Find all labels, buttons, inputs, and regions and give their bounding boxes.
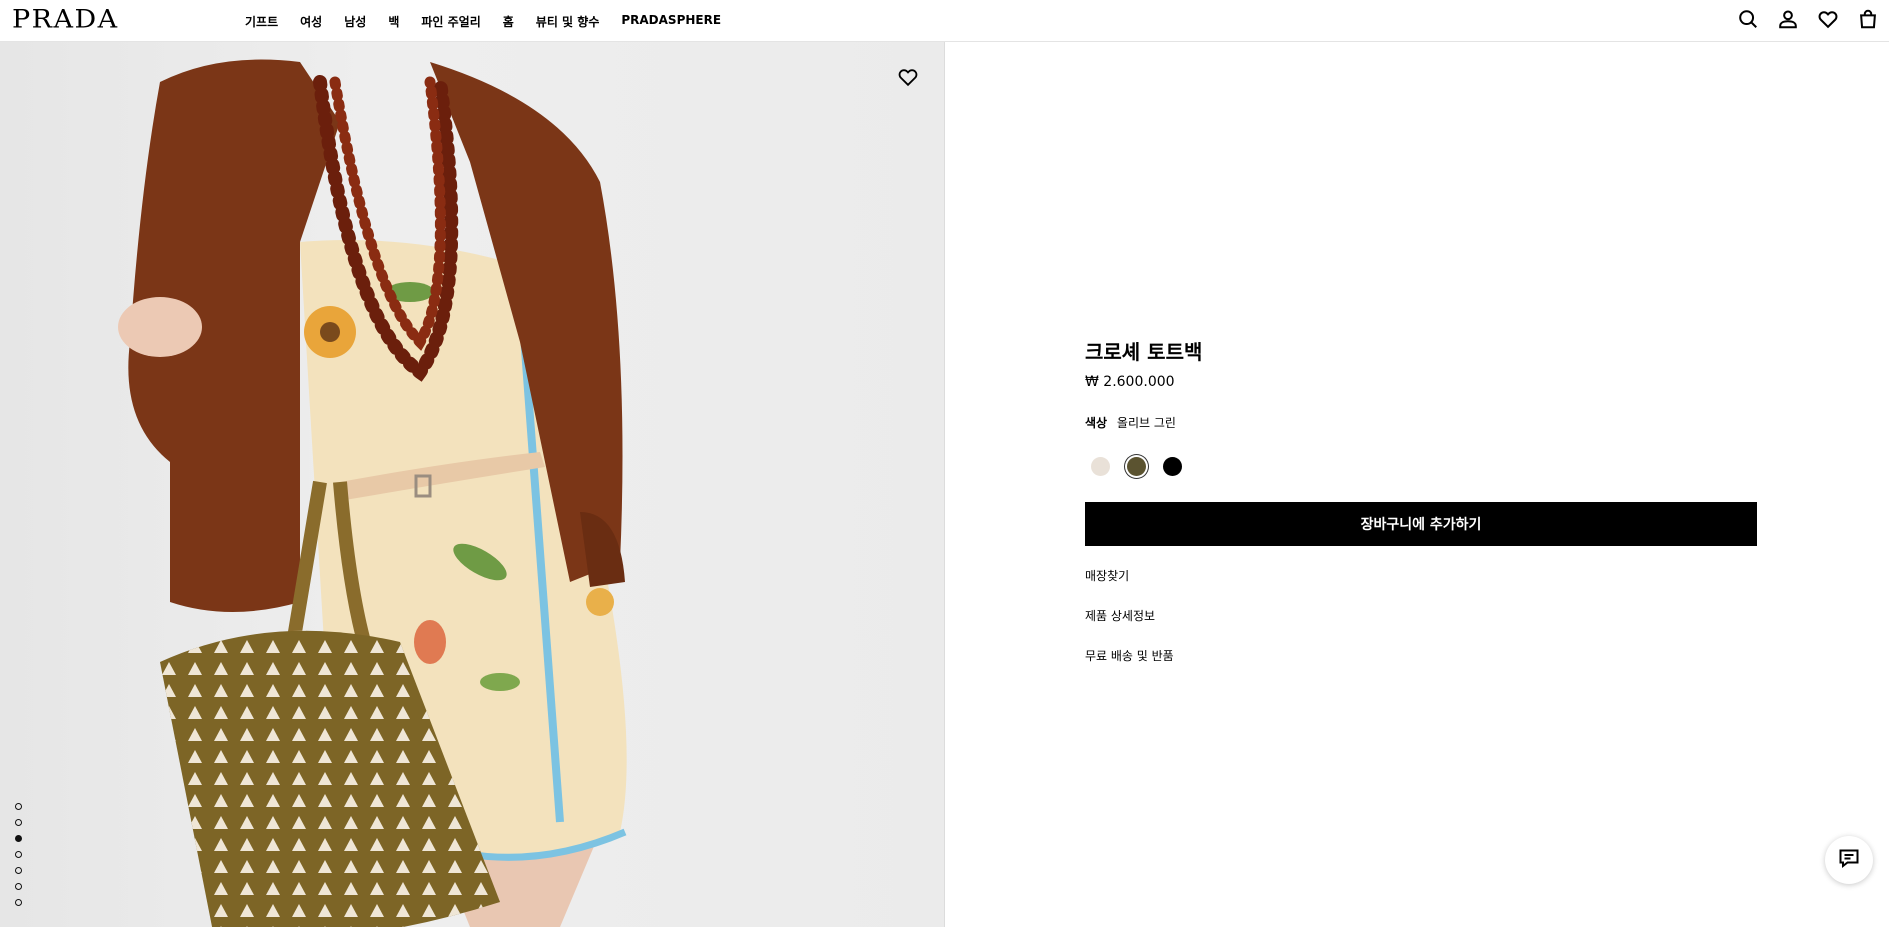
account-icon[interactable] — [1777, 8, 1799, 30]
nav-fine-jewelry[interactable]: 파인 주얼리 — [421, 13, 480, 30]
prada-logo[interactable]: PRADA — [12, 5, 119, 34]
nav-beauty-fragrance[interactable]: 뷰티 및 향수 — [536, 13, 600, 30]
search-icon[interactable] — [1737, 8, 1759, 30]
wishlist-icon[interactable] — [1817, 8, 1839, 30]
nav-home[interactable]: 홈 — [503, 13, 514, 30]
nav-gift[interactable]: 기프트 — [245, 13, 278, 30]
gallery-dot[interactable] — [15, 803, 22, 810]
store-locator-link[interactable]: 매장찾기 — [1085, 567, 1757, 584]
color-label: 색상 — [1085, 416, 1108, 430]
swatch-black[interactable] — [1163, 457, 1182, 476]
nav-women[interactable]: 여성 — [300, 13, 322, 30]
header-actions — [1737, 8, 1879, 30]
color-selection: 색상 올리브 그린 — [1085, 414, 1757, 431]
shipping-returns-link[interactable]: 무료 배송 및 반품 — [1085, 647, 1757, 664]
product-photo — [118, 59, 627, 927]
main-nav: 기프트 여성 남성 백 파인 주얼리 홈 뷰티 및 향수 PRADASPHERE — [245, 13, 721, 30]
color-swatches — [1091, 457, 1757, 476]
product-price: ₩ 2.600.000 — [1085, 374, 1175, 390]
chat-button[interactable] — [1825, 836, 1873, 884]
nav-pradasphere[interactable]: PRADASPHERE — [621, 13, 721, 30]
gallery-dot[interactable] — [15, 899, 22, 906]
gallery-pagination — [15, 803, 22, 906]
product-details-link[interactable]: 제품 상세정보 — [1085, 607, 1757, 624]
gallery-dot[interactable] — [15, 851, 22, 858]
chat-icon — [1837, 846, 1861, 874]
swatch-olive-green[interactable] — [1127, 457, 1146, 476]
site-header: PRADA 기프트 여성 남성 백 파인 주얼리 홈 뷰티 및 향수 PRADA… — [0, 0, 1889, 42]
nav-men[interactable]: 남성 — [344, 13, 366, 30]
heart-icon[interactable] — [897, 66, 919, 88]
swatch-cream[interactable] — [1091, 457, 1110, 476]
add-to-cart-button[interactable]: 장바구니에 추가하기 — [1085, 502, 1757, 546]
gallery-dot[interactable] — [15, 819, 22, 826]
gallery-dot-active[interactable] — [15, 835, 22, 842]
product-image-gallery[interactable] — [0, 42, 945, 927]
shopping-bag-icon[interactable] — [1857, 8, 1879, 30]
gallery-dot[interactable] — [15, 867, 22, 874]
nav-bags[interactable]: 백 — [388, 13, 399, 30]
product-title: 크로셰 토트백 — [1085, 340, 1203, 364]
product-info-panel: 크로셰 토트백 ₩ 2.600.000 색상 올리브 그린 장바구니에 추가하기… — [1085, 336, 1757, 687]
color-value: 올리브 그린 — [1116, 416, 1176, 430]
gallery-dot[interactable] — [15, 883, 22, 890]
